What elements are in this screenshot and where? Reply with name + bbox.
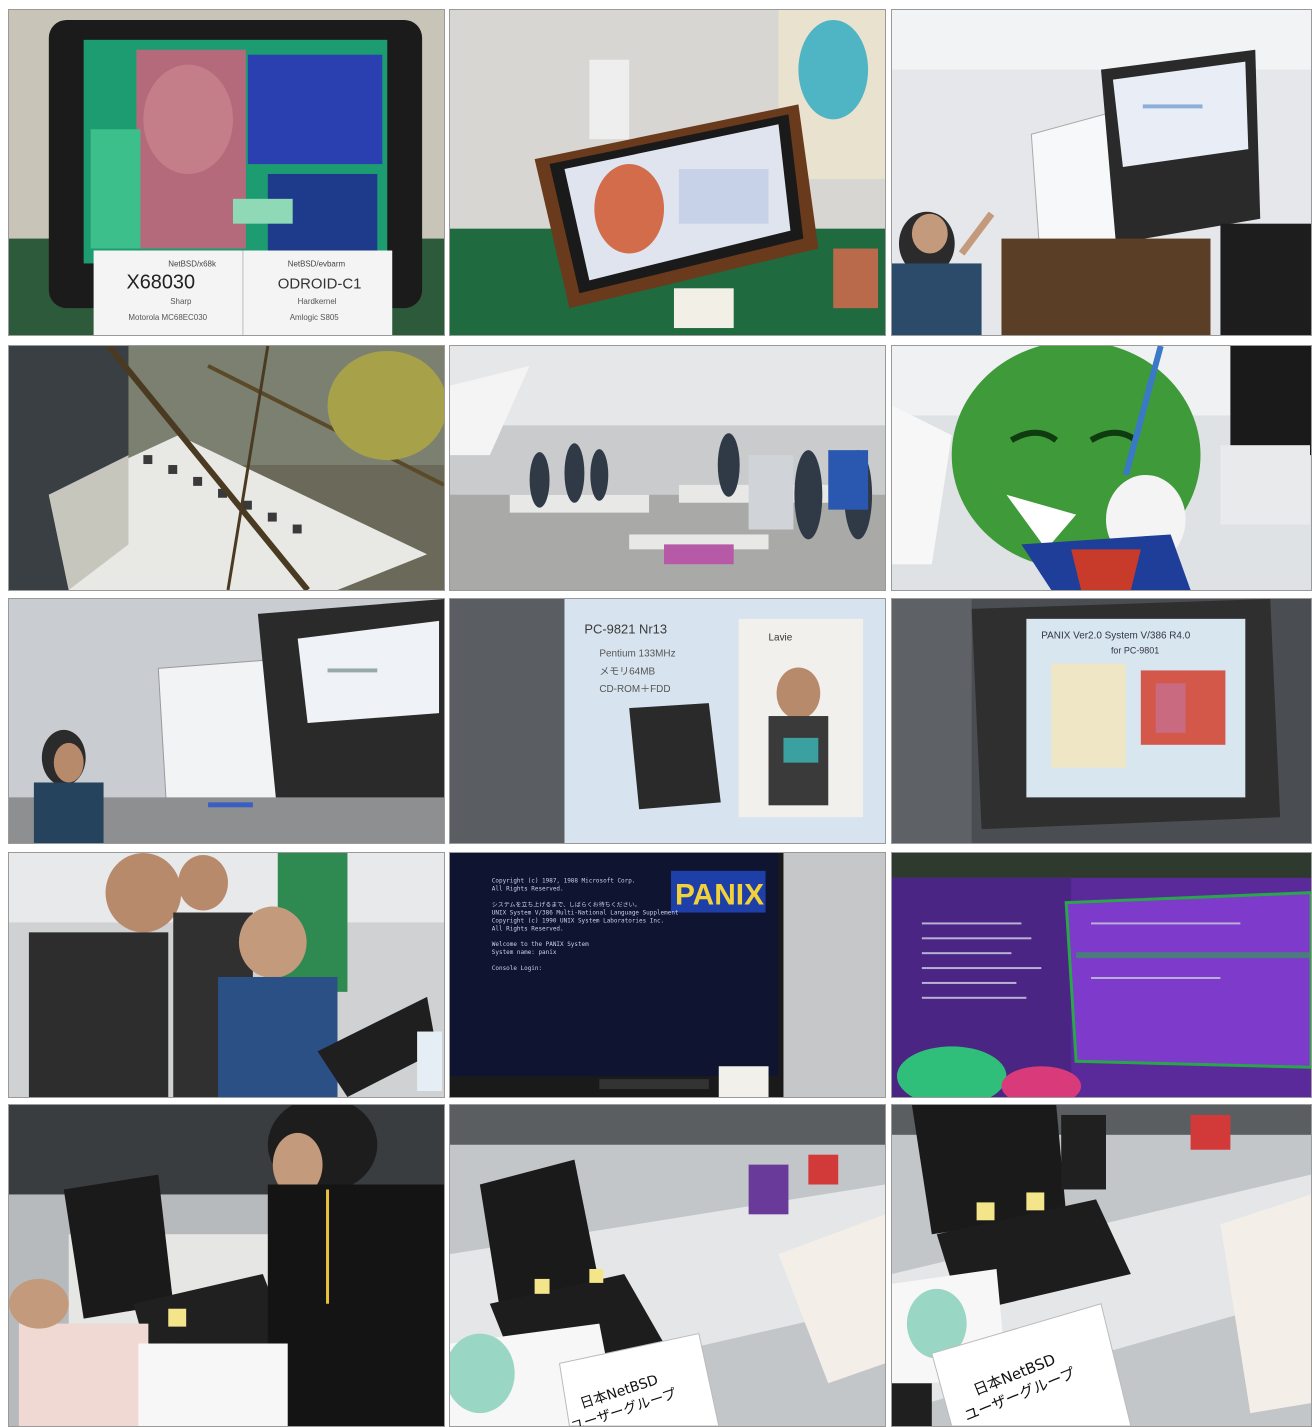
- slide-bullet: PC-9821 Nr13: [584, 622, 667, 637]
- photo-man-with-laptop: [8, 1104, 445, 1427]
- boot-line-12: Console Login:: [492, 965, 542, 972]
- boot-line-9: Welcome to the PANIX System: [492, 941, 589, 948]
- boot-line-10: System name: panix: [492, 949, 557, 956]
- photo-tablet-display: [449, 9, 886, 336]
- right-label-model: ODROID-C1: [278, 276, 362, 292]
- photo-speaker-screen: [8, 598, 445, 844]
- photo-grid: NetBSD/x68k X68030 Sharp Motorola MC68EC…: [0, 0, 1312, 1427]
- photo-people-laptop: [8, 852, 445, 1098]
- boot-line-1: Copyright (c) 1987, 1988 Microsoft Corp.: [492, 878, 636, 885]
- boot-line-7: All Rights Reserved.: [492, 925, 564, 932]
- right-label-maker: Hardkernel: [298, 297, 337, 306]
- photo-presenter-screen: [891, 9, 1312, 336]
- photo-building-sign: [8, 345, 445, 591]
- boot-line-4: システムを立ち上げるまで、しばらくお待ちください。: [492, 901, 641, 909]
- slide-panix-title: PANIX Ver2.0 System V/386 R4.0: [1041, 631, 1190, 642]
- photo-slide-pc9821: PC-9821 Nr13 Pentium 133MHz メモリ64MB CD-R…: [449, 598, 886, 844]
- photo-slide-panix: PANIX Ver2.0 System V/386 R4.0 for PC-98…: [891, 598, 1312, 844]
- slide-item-2: メモリ64MB: [599, 666, 655, 677]
- photo-netbsd-booth-1: 日本NetBSD ユーザーグループ: [449, 1104, 886, 1427]
- left-label-cpu: Motorola MC68EC030: [128, 313, 207, 322]
- photo-x68030-monitor: NetBSD/x68k X68030 Sharp Motorola MC68EC…: [8, 9, 445, 336]
- right-label-cpu: Amlogic S805: [290, 313, 340, 322]
- photo-purple-terminal: [891, 852, 1312, 1098]
- boot-line-2: All Rights Reserved.: [492, 886, 564, 893]
- slide-item-1: Pentium 133MHz: [599, 649, 675, 660]
- right-label-top: NetBSD/evbarm: [288, 259, 346, 268]
- photo-mascot-costume: [891, 345, 1312, 591]
- slide-item-3: CD-ROM＋FDD: [599, 684, 670, 695]
- slide-panix-subtitle: for PC-9801: [1111, 646, 1159, 656]
- lavie-label: Lavie: [769, 633, 793, 644]
- photo-exhibit-hall: [449, 345, 886, 591]
- boot-line-5: UNIX System V/386 Multi-National Languag…: [492, 910, 679, 917]
- photo-netbsd-booth-2: 日本NetBSD ユーザーグループ: [891, 1104, 1312, 1427]
- left-label-model: X68030: [126, 271, 195, 293]
- left-label-top: NetBSD/x68k: [168, 259, 216, 268]
- left-label-maker: Sharp: [170, 297, 192, 306]
- boot-line-6: Copyright (c) 1990 UNIX System Laborator…: [492, 917, 664, 924]
- photo-panix-boot: PANIX Copyright (c) 1987, 1988 Microsoft…: [449, 852, 886, 1098]
- panix-banner: PANIX: [675, 879, 764, 912]
